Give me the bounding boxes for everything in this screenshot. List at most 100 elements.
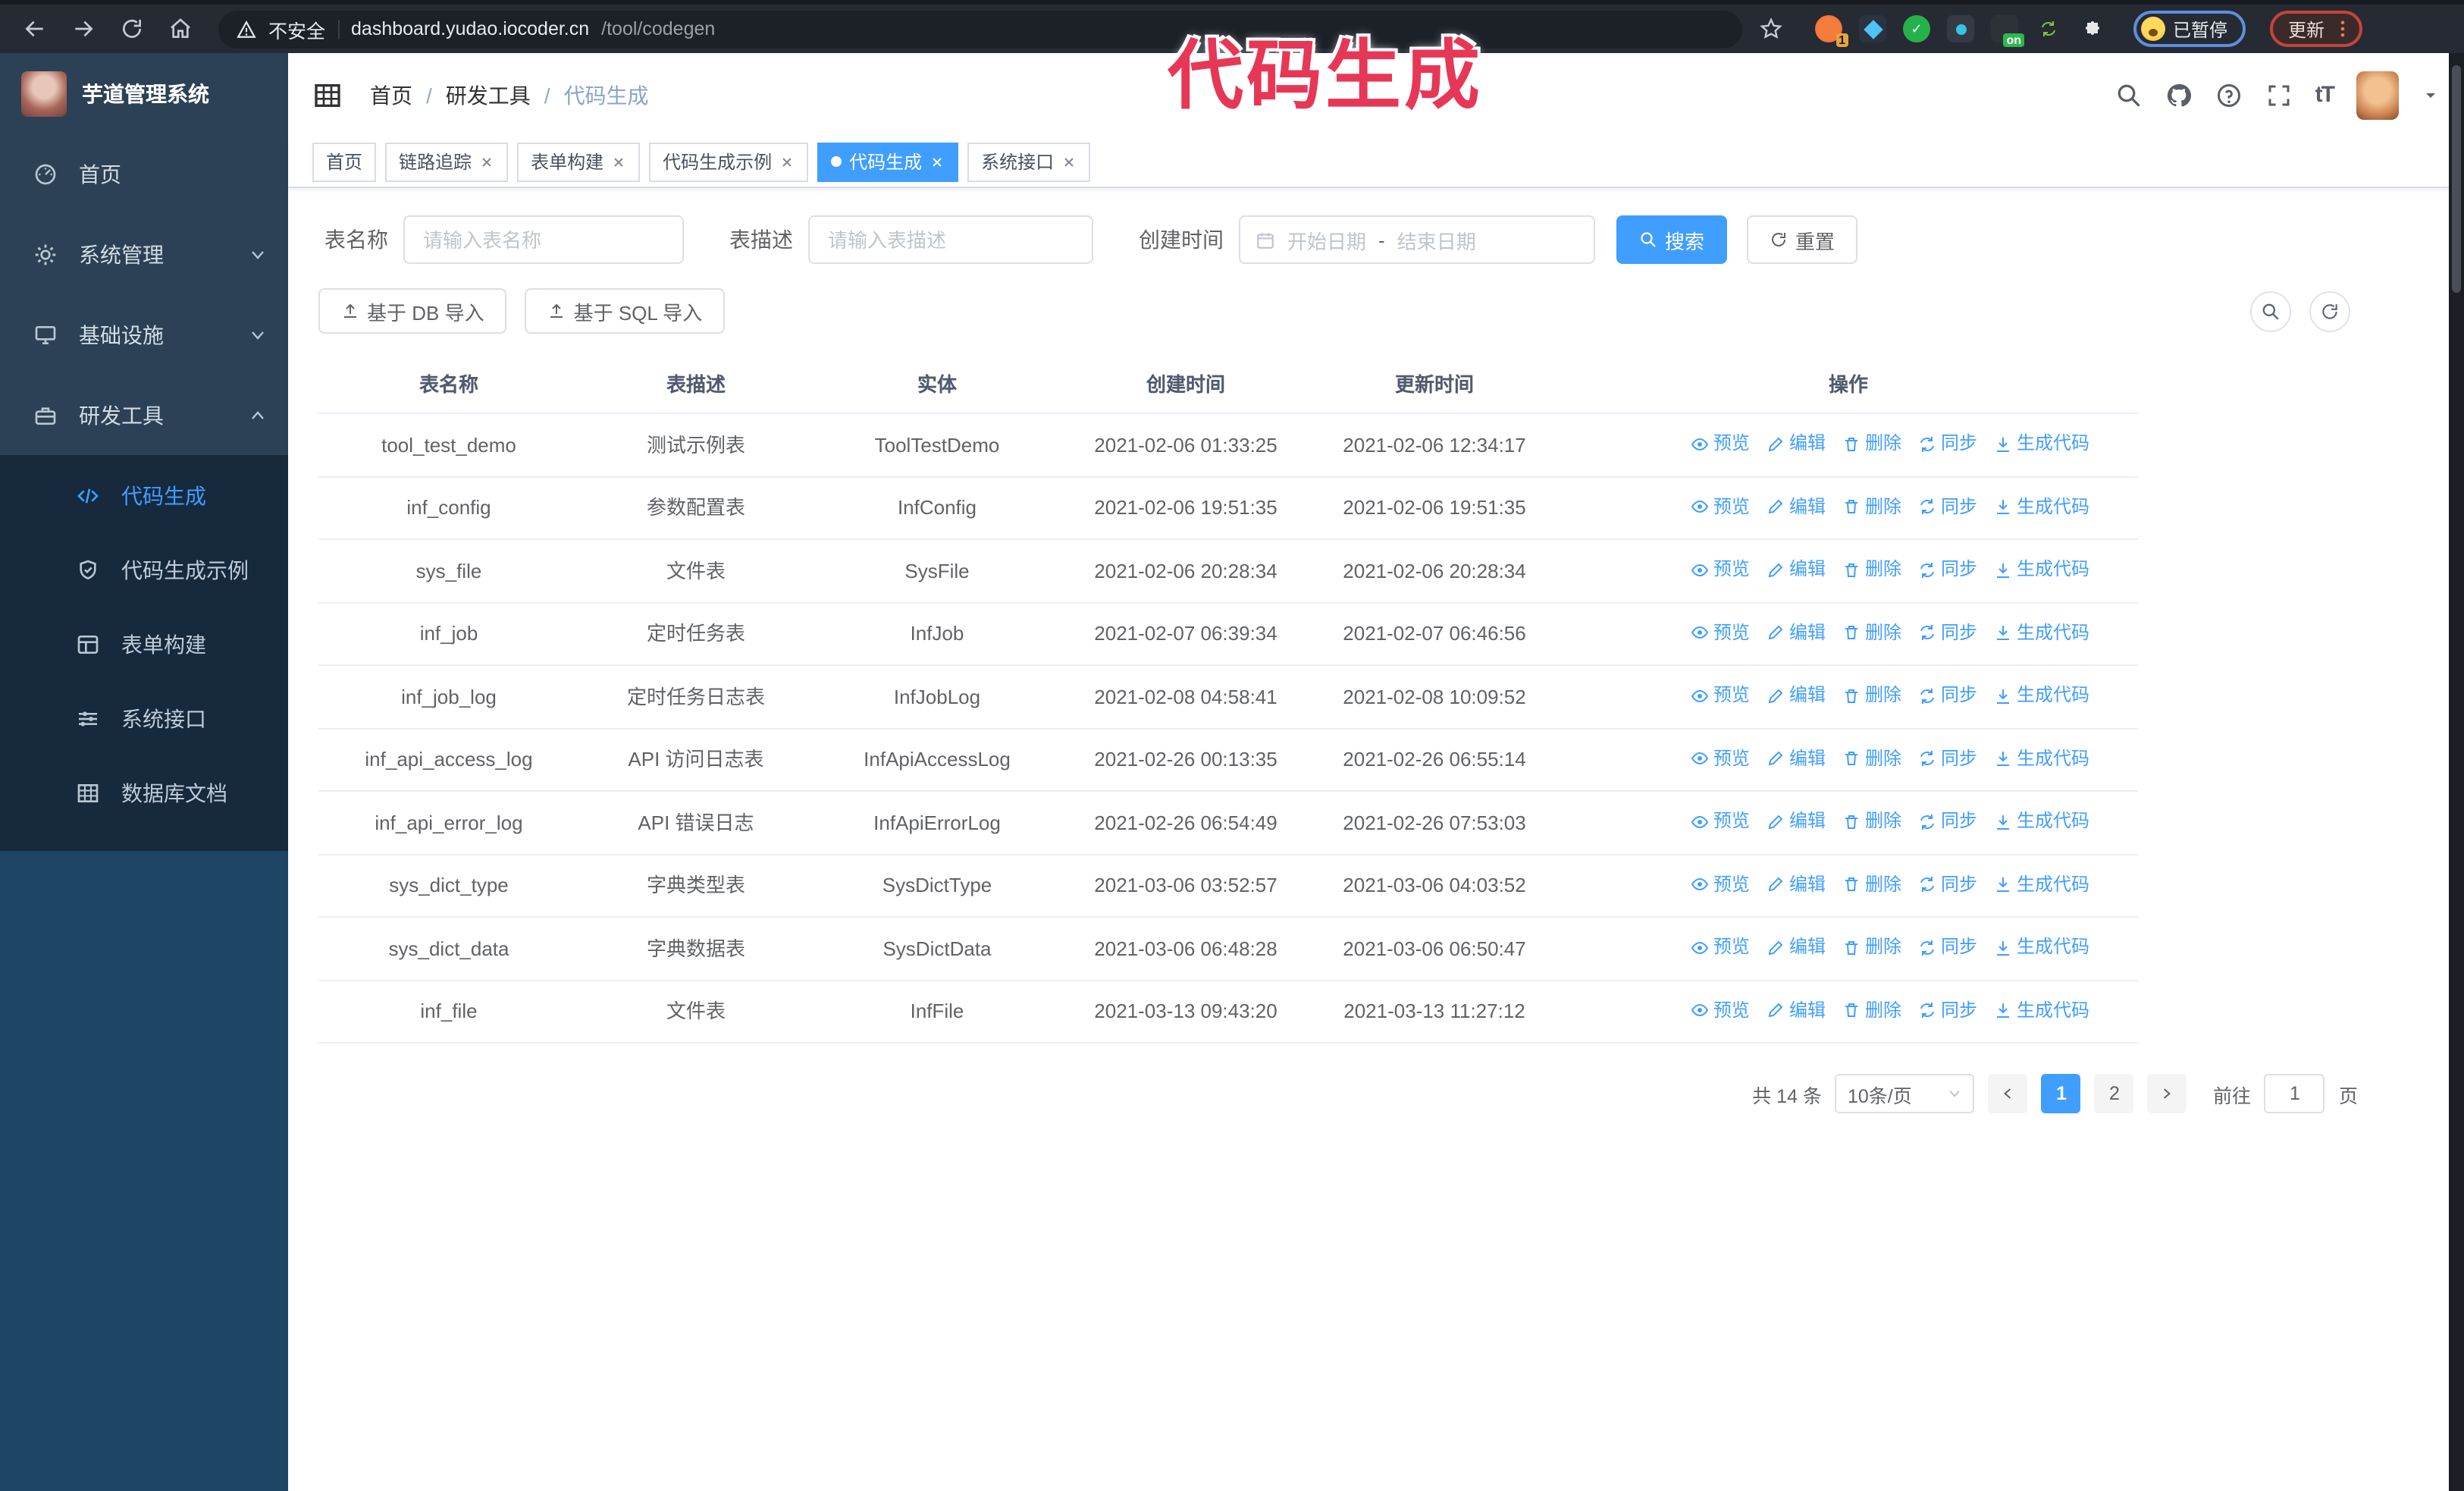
action-edit[interactable]: 编辑 [1766, 491, 1826, 523]
action-preview[interactable]: 预览 [1691, 491, 1750, 523]
reset-button[interactable]: 重置 [1747, 215, 1858, 264]
close-icon[interactable] [479, 154, 494, 169]
table-row[interactable]: inf_api_error_log API 错误日志 InfApiErrorLog 2… [318, 791, 2138, 855]
breadcrumb-item[interactable]: 首页 [370, 80, 412, 110]
action-edit[interactable]: 编辑 [1766, 994, 1826, 1026]
extension-icon[interactable] [1859, 15, 1886, 42]
extension-icon[interactable] [1947, 15, 1974, 42]
table-row[interactable]: sys_file 文件表 SysFile 2021-02-06 20:28:34 202… [318, 539, 2138, 603]
action-delete[interactable]: 删除 [1842, 931, 1901, 963]
import-db-button[interactable]: 基于 DB 导入 [318, 288, 507, 334]
sidebar-subitem-form[interactable]: 表单构建 [0, 607, 288, 681]
action-delete[interactable]: 删除 [1842, 491, 1901, 523]
action-preview[interactable]: 预览 [1691, 805, 1750, 837]
action-preview[interactable]: 预览 [1691, 868, 1750, 900]
table-row[interactable]: inf_api_access_log API 访问日志表 InfApiAccessL… [318, 728, 2138, 792]
action-generate-code[interactable]: 生成代码 [1994, 742, 2089, 774]
action-sync[interactable]: 同步 [1918, 868, 1977, 900]
action-generate-code[interactable]: 生成代码 [1994, 491, 2089, 523]
help-icon[interactable] [2215, 81, 2243, 108]
tab-item[interactable]: 代码生成示例 [649, 142, 809, 181]
sidebar-subitem-dbdoc[interactable]: 数据库文档 [0, 755, 288, 830]
action-sync[interactable]: 同步 [1918, 617, 1977, 648]
toggle-search-button[interactable] [2250, 290, 2291, 331]
scrollbar[interactable] [2449, 53, 2464, 1491]
table-row[interactable]: inf_config 参数配置表 InfConfig 2021-02-06 19:51… [318, 476, 2138, 540]
action-generate-code[interactable]: 生成代码 [1994, 680, 2089, 711]
action-sync[interactable]: 同步 [1918, 931, 1977, 963]
bookmark-star-icon[interactable] [1751, 9, 1791, 49]
action-delete[interactable]: 删除 [1842, 994, 1901, 1026]
action-preview[interactable]: 预览 [1691, 617, 1750, 648]
action-sync[interactable]: 同步 [1918, 554, 1977, 585]
action-sync[interactable]: 同步 [1918, 428, 1977, 460]
action-edit[interactable]: 编辑 [1766, 805, 1826, 837]
github-icon[interactable] [2165, 81, 2193, 108]
action-edit[interactable]: 编辑 [1766, 680, 1826, 711]
next-page-button[interactable] [2147, 1074, 2187, 1113]
action-delete[interactable]: 删除 [1842, 428, 1901, 460]
recorder-paused-badge[interactable]: 已暂停 [2133, 11, 2246, 47]
user-avatar[interactable] [2356, 71, 2399, 119]
action-sync[interactable]: 同步 [1918, 994, 1977, 1026]
close-icon[interactable] [611, 154, 626, 169]
action-preview[interactable]: 预览 [1691, 931, 1750, 963]
action-edit[interactable]: 编辑 [1766, 931, 1826, 963]
action-delete[interactable]: 删除 [1842, 805, 1901, 837]
action-edit[interactable]: 编辑 [1766, 742, 1826, 774]
action-preview[interactable]: 预览 [1691, 554, 1750, 585]
fullscreen-icon[interactable] [2265, 81, 2293, 108]
action-edit[interactable]: 编辑 [1766, 868, 1826, 900]
action-generate-code[interactable]: 生成代码 [1994, 617, 2089, 648]
caret-down-icon[interactable] [2422, 86, 2440, 104]
font-size-icon[interactable]: tT [2315, 82, 2335, 108]
table-row[interactable]: inf_job_log 定时任务日志表 InfJobLog 2021-02-08 04… [318, 665, 2138, 729]
scrollbar-thumb[interactable] [2452, 65, 2461, 293]
action-preview[interactable]: 预览 [1691, 428, 1750, 460]
extension-icon[interactable] [2035, 15, 2062, 42]
tab-item[interactable]: 首页 [312, 142, 377, 181]
action-delete[interactable]: 删除 [1842, 680, 1901, 711]
sidebar-subitem-sliders[interactable]: 系统接口 [0, 681, 288, 755]
table-row[interactable]: inf_job 定时任务表 InfJob 2021-02-07 06:39:34 202… [318, 602, 2138, 666]
tab-item[interactable]: 表单构建 [517, 142, 641, 181]
tab-item[interactable]: 代码生成 [817, 142, 959, 181]
home-button[interactable] [161, 9, 200, 49]
action-edit[interactable]: 编辑 [1766, 428, 1826, 460]
action-generate-code[interactable]: 生成代码 [1994, 931, 2089, 963]
action-sync[interactable]: 同步 [1918, 742, 1977, 774]
sidebar-subitem-code[interactable]: 代码生成 [0, 458, 288, 532]
table-desc-input[interactable] [808, 215, 1093, 264]
back-button[interactable] [15, 9, 55, 49]
breadcrumb-item[interactable]: 研发工具 [446, 80, 531, 110]
page-button-1[interactable]: 1 [2041, 1074, 2081, 1113]
forward-button[interactable] [64, 9, 103, 49]
sidebar-subitem-shield[interactable]: 代码生成示例 [0, 532, 288, 607]
extension-icon[interactable]: on [1991, 15, 2024, 47]
action-generate-code[interactable]: 生成代码 [1994, 554, 2089, 585]
sidebar-item-gear[interactable]: 系统管理 [0, 214, 288, 294]
action-delete[interactable]: 删除 [1842, 554, 1901, 585]
close-icon[interactable] [1061, 154, 1077, 169]
table-name-input[interactable] [403, 215, 684, 264]
extensions-puzzle-icon[interactable] [2079, 15, 2106, 42]
table-row[interactable]: inf_file 文件表 InfFile 2021-03-13 09:43:20 202… [318, 980, 2138, 1044]
action-edit[interactable]: 编辑 [1766, 617, 1826, 648]
extension-icon[interactable]: ✓ [1903, 15, 1930, 42]
goto-page-input[interactable] [2264, 1074, 2325, 1113]
prev-page-button[interactable] [1988, 1074, 2028, 1113]
action-generate-code[interactable]: 生成代码 [1994, 994, 2089, 1026]
close-icon[interactable] [779, 154, 795, 169]
tab-item[interactable]: 系统接口 [967, 142, 1091, 181]
address-bar[interactable]: 不安全 dashboard.yudao.iocoder.cn/tool/code… [218, 10, 1742, 48]
action-delete[interactable]: 删除 [1842, 617, 1901, 648]
action-generate-code[interactable]: 生成代码 [1994, 805, 2089, 837]
action-generate-code[interactable]: 生成代码 [1994, 868, 2089, 900]
page-button-2[interactable]: 2 [2094, 1074, 2134, 1113]
action-sync[interactable]: 同步 [1918, 680, 1977, 711]
search-icon[interactable] [2115, 81, 2143, 108]
sidebar-item-monitor[interactable]: 基础设施 [0, 294, 288, 375]
search-button[interactable]: 搜索 [1616, 215, 1728, 264]
hamburger-icon[interactable] [312, 80, 343, 110]
action-sync[interactable]: 同步 [1918, 805, 1977, 837]
